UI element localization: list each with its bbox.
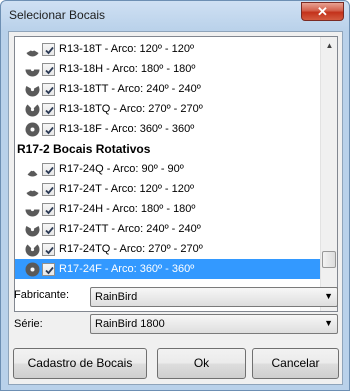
item-checkbox[interactable] xyxy=(42,163,55,176)
nozzle-list-rows: R13-18T - Arco: 120º - 120º R13-18H - Arc… xyxy=(15,37,321,311)
nozzle-180-icon xyxy=(25,62,40,77)
list-item-label: R13-18TQ - Arco: 270º - 270º xyxy=(59,103,203,115)
list-group-header: R17-2 Bocais Rotativos xyxy=(15,139,321,159)
list-item[interactable]: R17-24H - Arco: 180º - 180º xyxy=(15,199,321,219)
list-item-label: R17-24TT - Arco: 240º - 240º xyxy=(59,223,201,235)
nozzle-180-icon xyxy=(25,202,40,217)
list-item-label: R13-18F - Arco: 360º - 360º xyxy=(59,123,195,135)
fabricante-label: Fabricante: xyxy=(14,289,70,301)
fabricante-value: RainBird xyxy=(95,291,138,303)
item-checkbox[interactable] xyxy=(42,103,55,116)
list-item[interactable]: R17-24Q - Arco: 90º - 90º xyxy=(15,159,321,179)
item-checkbox[interactable] xyxy=(42,223,55,236)
nozzle-360-icon xyxy=(25,122,40,137)
item-checkbox[interactable] xyxy=(42,63,55,76)
list-item[interactable]: R17-24TT - Arco: 240º - 240º xyxy=(15,219,321,239)
nozzle-240-icon xyxy=(25,222,40,237)
nozzle-240-icon xyxy=(25,82,40,97)
scrollbar-thumb[interactable] xyxy=(322,251,336,268)
vertical-scrollbar[interactable]: ▲ ▼ xyxy=(320,37,337,311)
group-header-label: R17-2 Bocais Rotativos xyxy=(17,142,151,156)
nozzle-270-icon xyxy=(25,102,40,117)
item-checkbox[interactable] xyxy=(42,263,55,276)
list-item[interactable]: R13-18T - Arco: 120º - 120º xyxy=(15,39,321,59)
cadastro-de-bocais-button[interactable]: Cadastro de Bocais xyxy=(13,348,147,379)
list-item[interactable]: R13-18H - Arco: 180º - 180º xyxy=(15,59,321,79)
item-checkbox[interactable] xyxy=(42,243,55,256)
item-checkbox[interactable] xyxy=(42,83,55,96)
list-item[interactable]: R13-18TQ - Arco: 270º - 270º xyxy=(15,99,321,119)
item-checkbox[interactable] xyxy=(42,43,55,56)
list-item-label: R17-24TQ - Arco: 270º - 270º xyxy=(59,243,203,255)
serie-select[interactable]: RainBird 1800 ▼ xyxy=(90,314,338,334)
item-checkbox[interactable] xyxy=(42,123,55,136)
list-item[interactable]: R17-24TQ - Arco: 270º - 270º xyxy=(15,239,321,259)
nozzle-90-icon xyxy=(25,162,40,177)
dialog-window: Selecionar Bocais ✕ R13-18T - Arco: 120º… xyxy=(0,0,350,391)
list-item-label: R13-18TT - Arco: 240º - 240º xyxy=(59,83,201,95)
nozzle-120-icon xyxy=(25,42,40,57)
item-checkbox[interactable] xyxy=(42,203,55,216)
item-checkbox[interactable] xyxy=(42,183,55,196)
list-item[interactable]: R13-18F - Arco: 360º - 360º xyxy=(15,119,321,139)
chevron-down-icon: ▼ xyxy=(324,291,333,301)
list-item[interactable]: R13-18TT - Arco: 240º - 240º xyxy=(15,79,321,99)
fabricante-select[interactable]: RainBird ▼ xyxy=(90,287,338,307)
window-title: Selecionar Bocais xyxy=(9,8,106,22)
list-item-label: R13-18H - Arco: 180º - 180º xyxy=(59,63,196,75)
serie-label: Série: xyxy=(14,318,43,330)
title-bar[interactable]: Selecionar Bocais ✕ xyxy=(1,1,349,31)
list-item[interactable]: R17-24F - Arco: 360º - 360º xyxy=(15,259,321,279)
list-item-label: R17-24F - Arco: 360º - 360º xyxy=(59,263,195,275)
serie-value: RainBird 1800 xyxy=(95,318,165,330)
dialog-body: R13-18T - Arco: 120º - 120º R13-18H - Arc… xyxy=(8,31,343,385)
cancel-button[interactable]: Cancelar xyxy=(252,348,339,379)
chevron-down-icon: ▼ xyxy=(324,318,333,328)
list-item-label: R17-24T - Arco: 120º - 120º xyxy=(59,183,195,195)
scroll-up-icon[interactable]: ▲ xyxy=(321,37,337,54)
ok-button[interactable]: Ok xyxy=(157,348,246,379)
nozzle-list[interactable]: R13-18T - Arco: 120º - 120º R13-18H - Arc… xyxy=(14,36,338,312)
nozzle-270-icon xyxy=(25,242,40,257)
nozzle-360-icon xyxy=(25,262,40,277)
list-item[interactable]: R17-24T - Arco: 120º - 120º xyxy=(15,179,321,199)
list-item-label: R17-24H - Arco: 180º - 180º xyxy=(59,203,196,215)
nozzle-120-icon xyxy=(25,182,40,197)
list-item-label: R13-18T - Arco: 120º - 120º xyxy=(59,43,195,55)
close-button[interactable]: ✕ xyxy=(301,2,344,21)
list-item-label: R17-24Q - Arco: 90º - 90º xyxy=(59,163,184,175)
